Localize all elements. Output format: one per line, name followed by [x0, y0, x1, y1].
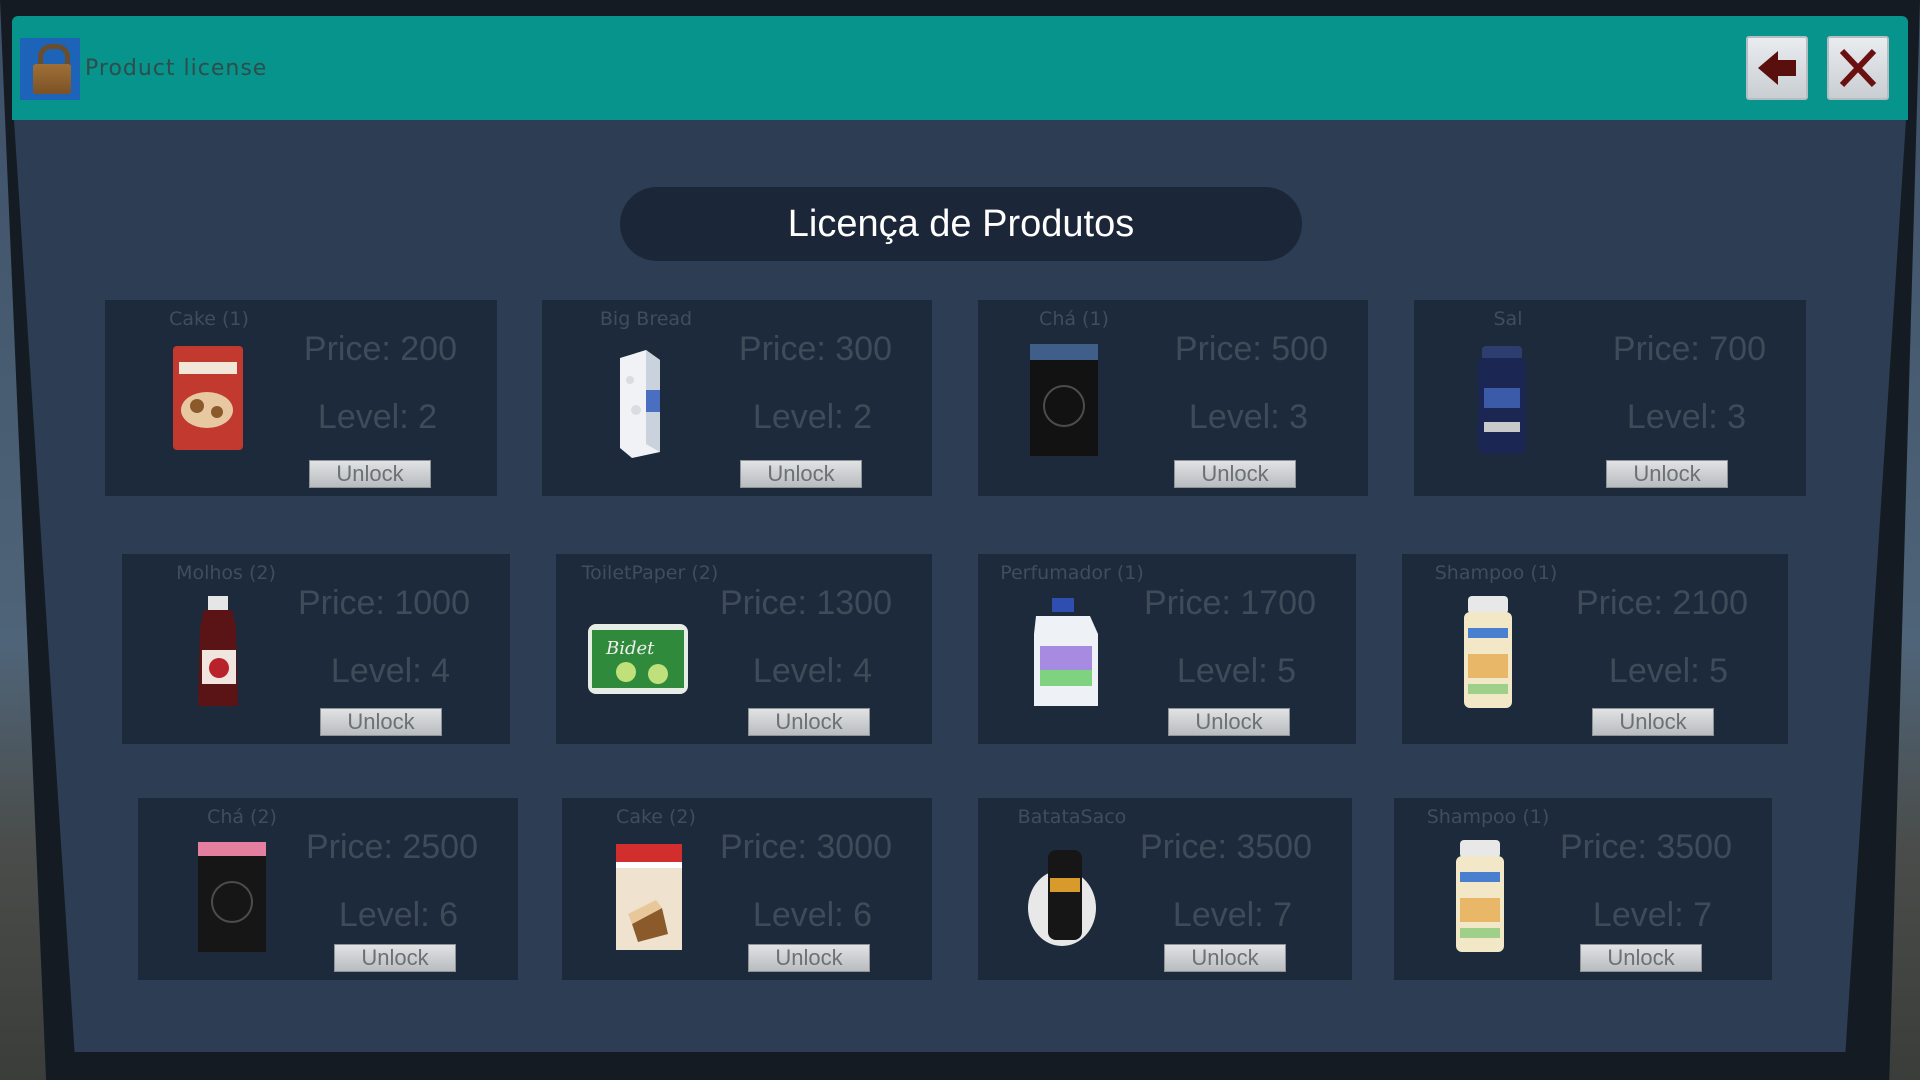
svg-text:Bidet: Bidet: [605, 638, 655, 659]
tea-box-icon: [1000, 340, 1130, 460]
product-price: Price: 500: [1174, 330, 1328, 368]
window-title: Product license: [85, 56, 268, 81]
product-price: Price: 1000: [298, 584, 470, 622]
product-name: Cake (2): [616, 806, 696, 828]
panel-heading: Licença de Produtos: [620, 187, 1302, 261]
product-name: Cake (1): [169, 308, 249, 330]
chips-bag-icon: [998, 838, 1128, 958]
product-price: Price: 2100: [1576, 584, 1748, 622]
unlock-button[interactable]: Unlock: [748, 944, 870, 972]
product-level: Level: 6: [752, 896, 872, 934]
product-price: Price: 700: [1612, 330, 1766, 368]
lock-icon-body: [33, 64, 71, 94]
product-level: Level: 3: [1626, 398, 1746, 436]
product-card: Sal Price: 700 Level: 3 Unlock: [1414, 300, 1806, 496]
product-card: Shampoo (1) Price: 2100 Level: 5 Unlock: [1402, 554, 1788, 744]
product-price: Price: 1700: [1144, 584, 1316, 622]
product-card: ToiletPaper (2) Bidet Price: 1300 Level: 4 U…: [556, 554, 932, 744]
product-name: Sal: [1493, 308, 1523, 330]
unlock-button[interactable]: Unlock: [1168, 708, 1290, 736]
product-level: Level: 5: [1608, 652, 1728, 690]
product-price: Price: 1300: [720, 584, 892, 622]
product-level: Level: 2: [317, 398, 437, 436]
unlock-button[interactable]: Unlock: [748, 708, 870, 736]
product-name: Shampoo (1): [1426, 806, 1550, 828]
product-level: Level: 4: [752, 652, 872, 690]
tea-box-pink-icon: [168, 838, 298, 958]
cake-box-icon: [582, 838, 712, 958]
product-level: Level: 6: [338, 896, 458, 934]
product-level: Level: 7: [1172, 896, 1292, 934]
cake-bag-icon: [135, 340, 265, 460]
unlock-button[interactable]: Unlock: [1174, 460, 1296, 488]
product-name: Chá (2): [207, 806, 277, 828]
product-card: Shampoo (1) Price: 3500 Level: 7 Unlock: [1394, 798, 1772, 980]
shampoo-bottle-icon: [1414, 838, 1544, 958]
product-card: Chá (2) Price: 2500 Level: 6 Unlock: [138, 798, 518, 980]
product-level: Level: 4: [330, 652, 450, 690]
unlock-button[interactable]: Unlock: [309, 460, 431, 488]
title-bar: [12, 16, 1908, 120]
shampoo-bottle-icon: [1422, 594, 1552, 714]
detergent-jug-icon: [998, 594, 1128, 714]
product-card: Perfumador (1) Price: 1700 Level: 5 Unlock: [978, 554, 1356, 744]
arrow-left-icon: [1758, 51, 1796, 85]
product-name: Molhos (2): [176, 562, 276, 584]
product-name: Big Bread: [599, 308, 693, 330]
product-card: Big Bread Price: 300 Level: 2 Unlock: [542, 300, 932, 496]
product-price: Price: 3500: [1560, 828, 1732, 866]
product-card: Cake (1) Price: 200 Level: 2 Unlock: [105, 300, 497, 496]
unlock-button[interactable]: Unlock: [1592, 708, 1714, 736]
product-card: Chá (1) Price: 500 Level: 3 Unlock: [978, 300, 1368, 496]
unlock-button[interactable]: Unlock: [1606, 460, 1728, 488]
product-name: Shampoo (1): [1434, 562, 1558, 584]
back-button[interactable]: [1746, 36, 1808, 100]
product-price: Price: 3000: [720, 828, 892, 866]
product-name: Perfumador (1): [1000, 562, 1144, 584]
sauce-bottle-icon: [152, 594, 282, 714]
product-price: Price: 2500: [306, 828, 478, 866]
salt-shaker-icon: [1434, 340, 1564, 460]
product-level: Level: 3: [1188, 398, 1308, 436]
product-card: BatataSaco Price: 3500 Level: 7 Unlock: [978, 798, 1352, 980]
product-name: BatataSaco: [1017, 806, 1127, 828]
product-name: ToiletPaper (2): [581, 562, 719, 584]
product-price: Price: 300: [738, 330, 892, 368]
unlock-button[interactable]: Unlock: [1580, 944, 1702, 972]
close-icon: [1839, 48, 1877, 88]
unlock-button[interactable]: Unlock: [334, 944, 456, 972]
product-level: Level: 5: [1176, 652, 1296, 690]
product-card: Cake (2) Price: 3000 Level: 6 Unlock: [562, 798, 932, 980]
product-level: Level: 7: [1592, 896, 1712, 934]
unlock-button[interactable]: Unlock: [1164, 944, 1286, 972]
product-price: Price: 3500: [1140, 828, 1312, 866]
unlock-button[interactable]: Unlock: [740, 460, 862, 488]
product-card: Molhos (2) Price: 1000 Level: 4 Unlock: [122, 554, 510, 744]
toilet-paper-icon: Bidet: [576, 594, 706, 714]
close-button[interactable]: [1827, 36, 1889, 100]
product-name: Chá (1): [1039, 308, 1109, 330]
product-price: Price: 200: [303, 330, 457, 368]
bread-loaf-icon: [572, 340, 702, 460]
product-level: Level: 2: [752, 398, 872, 436]
unlock-button[interactable]: Unlock: [320, 708, 442, 736]
